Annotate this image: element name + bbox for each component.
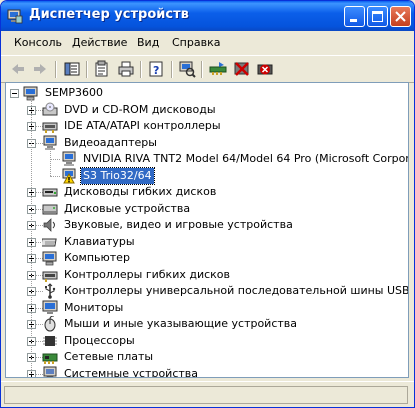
minimize-button[interactable] (344, 6, 365, 27)
device-manager-window: Диспетчер устройств Консоль Действие Вид… (0, 0, 415, 408)
back-icon[interactable] (9, 60, 27, 78)
keyboard-icon (42, 238, 57, 246)
floppy-controller-icon (42, 271, 58, 282)
tree-connector-line (50, 145, 52, 176)
device-manager-icon (7, 9, 23, 24)
close-icon (395, 11, 406, 22)
tree-item-label: Дисковые устройства (64, 201, 191, 215)
toolbar-separator (86, 61, 88, 78)
tree-item-label: Клавиатуры (64, 234, 135, 248)
toolbar-separator (171, 61, 173, 78)
properties-icon[interactable] (93, 60, 111, 78)
tree-connector-line (50, 175, 60, 178)
menu-bar: Консоль Действие Вид Справка (1, 32, 414, 54)
maximize-icon (372, 11, 383, 22)
cdrom-icon (42, 102, 58, 115)
tree-item-label: Сетевые платы (64, 350, 154, 363)
mouse-icon (44, 316, 56, 332)
tree-item-label: Видеоадаптеры (64, 135, 157, 149)
status-bar (1, 381, 414, 407)
svg-text:?: ? (153, 64, 159, 77)
print-icon[interactable] (117, 60, 135, 78)
minimize-icon (350, 19, 357, 22)
computer-icon (42, 251, 57, 266)
menu-view[interactable]: Вид (137, 36, 159, 49)
uninstall-device-icon[interactable] (256, 60, 274, 78)
tree-item-label: Мыши и иные указывающие устройства (64, 317, 298, 330)
tree-item-label: S3 Trio32/64 (80, 166, 155, 185)
network-card-icon (42, 353, 58, 364)
maximize-button[interactable] (367, 6, 388, 27)
tree-item-label: Процессоры (64, 333, 135, 347)
menu-console[interactable]: Консоль (14, 36, 62, 49)
display-adapter-icon (62, 151, 76, 166)
tree-item-label: Звуковые, видео и игровые устройства (64, 218, 293, 231)
forward-icon[interactable] (31, 60, 49, 78)
disable-device-icon[interactable] (233, 60, 251, 78)
tree-item-label: Мониторы (64, 300, 124, 314)
tree-item-label: Контроллеры универсальной последовательн… (64, 284, 409, 297)
tree-item-label: DVD и CD-ROM дисководы (64, 102, 216, 116)
tree-item-label: Контроллеры гибких дисков (64, 267, 231, 281)
menu-help[interactable]: Справка (172, 36, 220, 49)
floppy-icon (42, 188, 58, 197)
show-hide-tree-icon[interactable] (63, 60, 81, 78)
status-bar-panel (4, 386, 408, 404)
toolbar-separator (201, 61, 203, 78)
help-icon[interactable]: ? (147, 60, 165, 78)
processor-icon (43, 335, 57, 346)
toolbar-separator (55, 61, 57, 78)
tree-item-label: IDE ATA/ATAPI контроллеры (64, 119, 221, 132)
toolbar-separator (140, 61, 142, 78)
tree-item-label: NVIDIA RIVA TNT2 Model 64/Model 64 Pro (… (83, 152, 409, 165)
system-device-icon (43, 366, 57, 377)
warning-device-icon (62, 168, 76, 183)
tree-item-label: Системные устройства (64, 366, 198, 378)
disk-drive-icon (42, 204, 58, 214)
toolbar: ? (1, 55, 414, 83)
update-driver-icon[interactable] (209, 60, 227, 78)
device-tree[interactable]: SEMP3600 DVD и CD-ROM дисководы IDE ATA/AT… (5, 82, 409, 378)
title-bar[interactable]: Диспетчер устройств (1, 1, 414, 31)
close-button[interactable] (390, 6, 411, 27)
tree-item-label: SEMP3600 (45, 86, 104, 99)
sound-icon (43, 218, 55, 232)
tree-connector-line (31, 99, 33, 374)
window-title: Диспетчер устройств (29, 7, 189, 22)
scan-hardware-icon[interactable] (178, 60, 196, 78)
ide-controller-icon (42, 122, 58, 133)
menu-action[interactable]: Действие (72, 36, 127, 49)
monitor-icon (42, 300, 58, 314)
collapse-root-toggle[interactable] (10, 89, 19, 98)
tree-item-label: Дисководы гибких дисков (64, 185, 217, 198)
usb-icon (45, 283, 56, 299)
tree-item-label: Компьютер (64, 251, 130, 264)
